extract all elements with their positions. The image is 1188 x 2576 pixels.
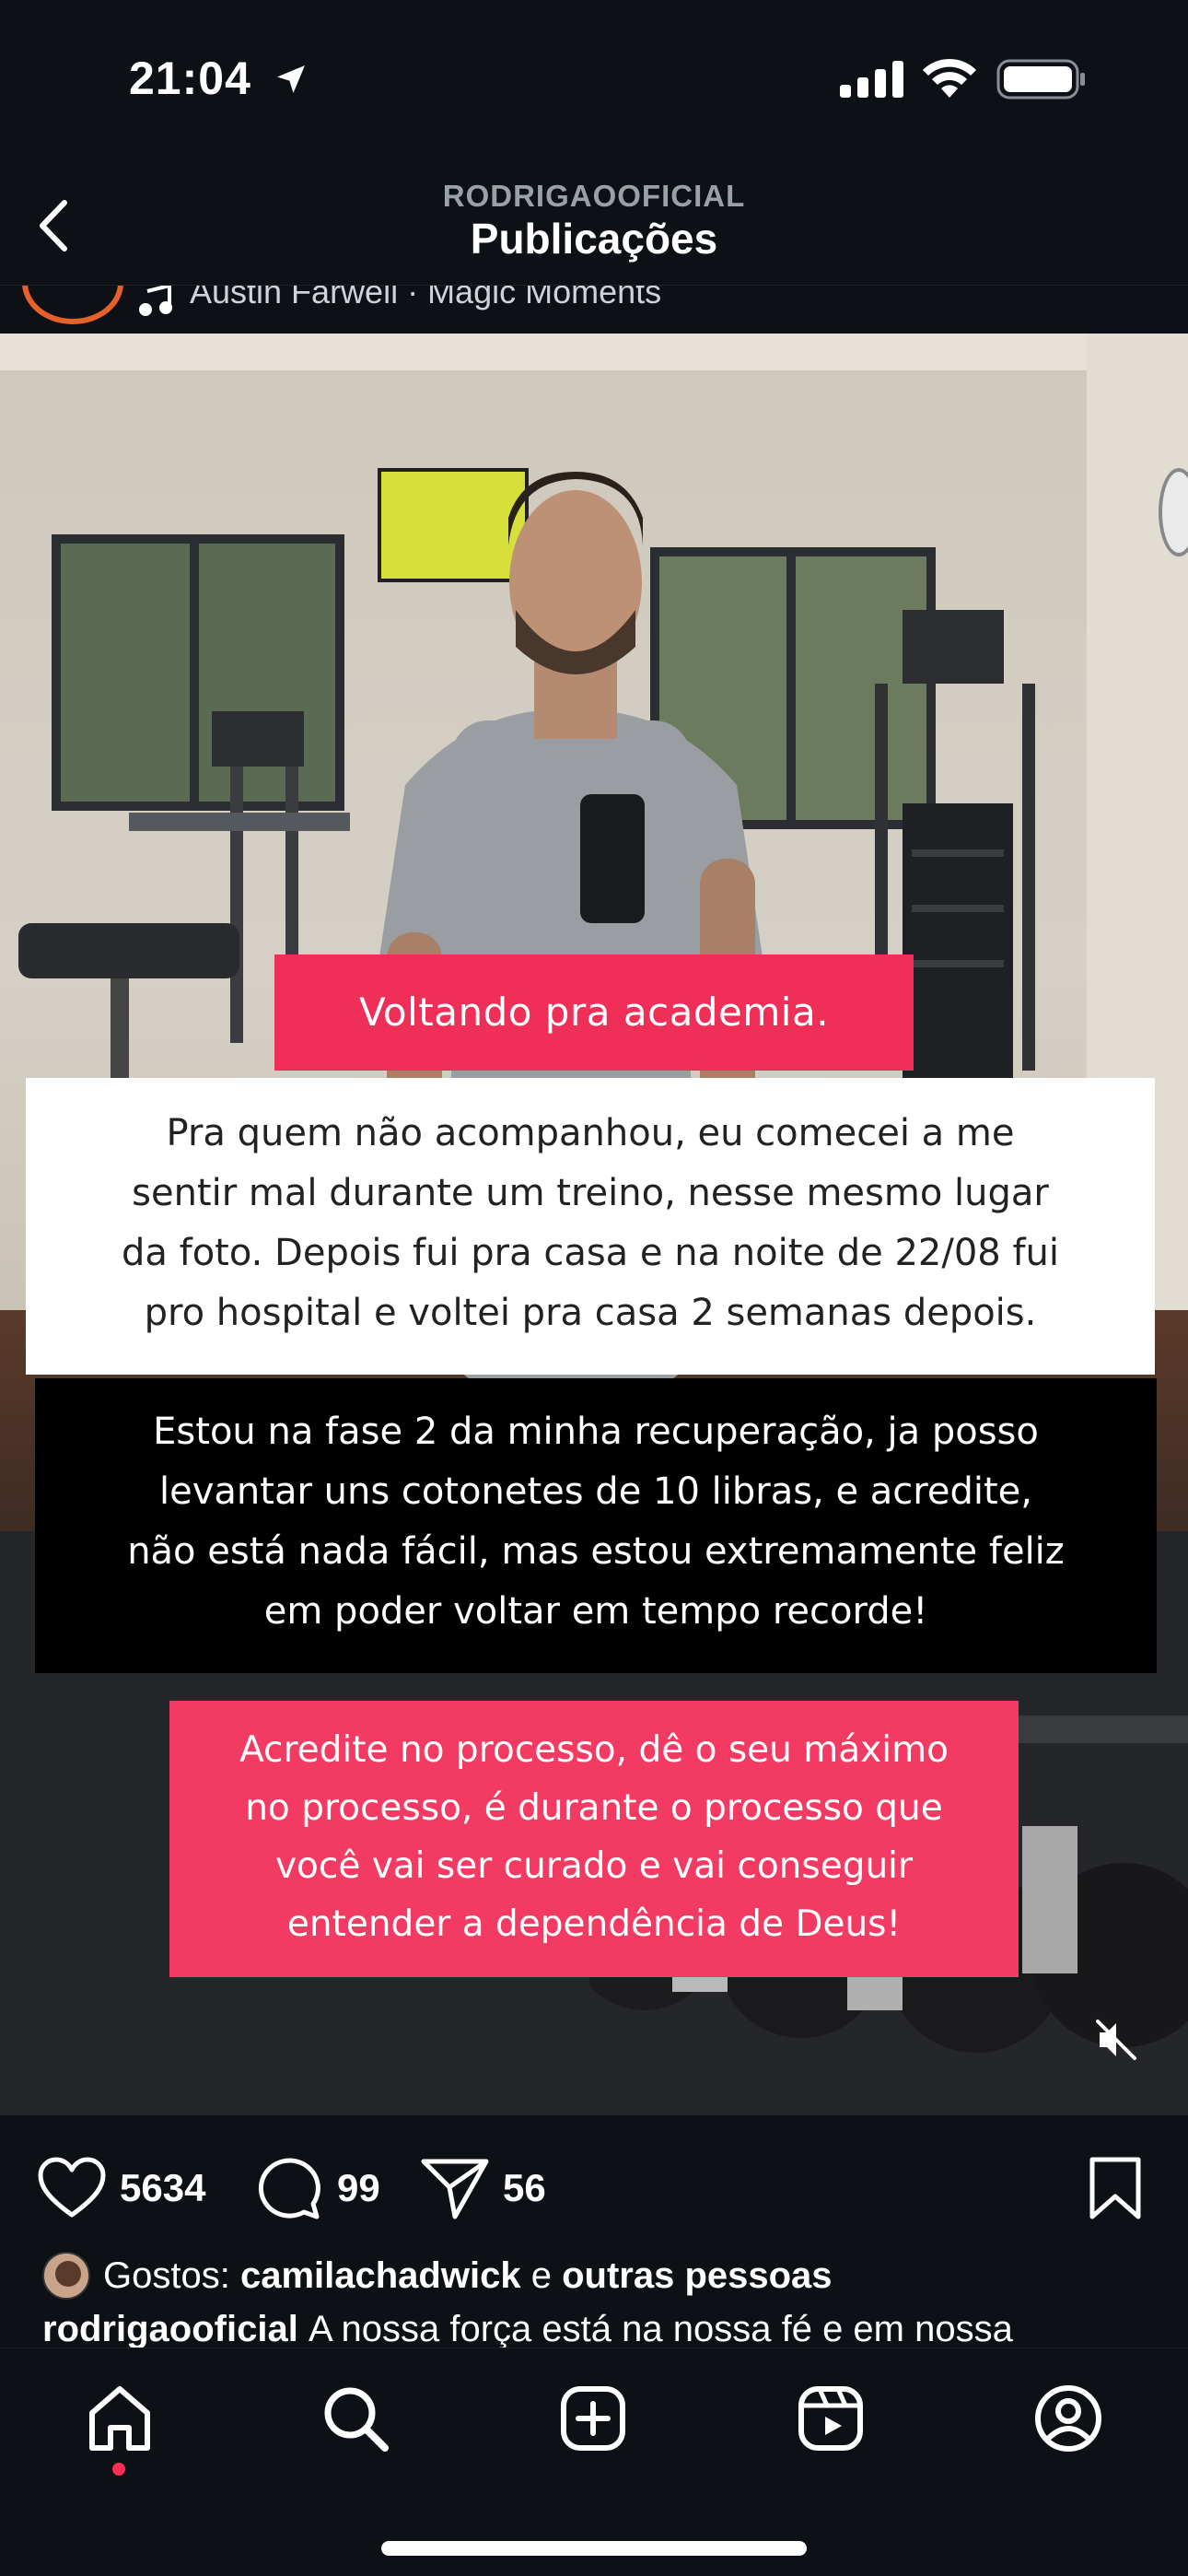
overlay-text-line: no processo, é durante o processo que [245, 1787, 943, 1829]
cellular-signal-icon [840, 61, 903, 98]
plus-square-icon [561, 2386, 625, 2451]
comment-button[interactable]: 99 [254, 2156, 380, 2220]
overlay-text-line: pro hospital e voltei pra casa 2 semanas… [144, 1292, 1037, 1334]
status-bar: 21:04 [0, 0, 1188, 157]
header-username[interactable]: RODRIGAOOFICIAL [0, 179, 1188, 214]
reels-icon [798, 2386, 863, 2451]
overlay-recovery-box: Estou na fase 2 da minha recuperação, ja… [35, 1378, 1157, 1673]
home-indicator [381, 2541, 807, 2556]
like-count[interactable]: 5634 [120, 2166, 205, 2210]
author-avatar[interactable] [22, 286, 123, 324]
overlay-faith-box: Acredite no processo, dê o seu máximo no… [169, 1701, 1019, 1977]
audio-attribution[interactable]: Austin Farwell · Magic Moments [0, 286, 1188, 334]
overlay-text-line: você vai ser curado e vai conseguir [274, 1845, 914, 1887]
page-title: Publicações [470, 215, 718, 263]
liker-avatar[interactable] [42, 2252, 90, 2300]
liked-by-line[interactable]: Gostos: camilachadwick e outras pessoas [42, 2252, 833, 2300]
home-icon [89, 2386, 150, 2451]
post-media[interactable]: Voltando pra academia. Pra quem não acom… [0, 334, 1188, 2115]
overlay-text-line: da foto. Depois fui pra casa e na noite … [122, 1232, 1059, 1274]
search-icon [324, 2387, 389, 2452]
like-button[interactable]: 5634 [37, 2156, 205, 2220]
post-caption[interactable]: rodrigaooficial A nossa força está na no… [42, 2309, 1166, 2348]
bookmark-icon[interactable] [1085, 2156, 1146, 2220]
caption-username[interactable]: rodrigaooficial [42, 2309, 298, 2348]
tab-create[interactable] [556, 2382, 630, 2455]
overlay-text-line: sentir mal durante um treino, nesse mesm… [132, 1172, 1049, 1214]
overlay-story-box: Pra quem não acompanhou, eu comecei a me… [26, 1078, 1155, 1375]
overlay-text-line: Pra quem não acompanhou, eu comecei a me [166, 1112, 1015, 1154]
paper-plane-icon [421, 2159, 489, 2219]
heart-icon [38, 2157, 106, 2218]
overlay-text-line: Estou na fase 2 da minha recuperação, ja… [153, 1411, 1039, 1453]
battery-icon [996, 59, 1085, 100]
likes-conjunction: e [530, 2254, 552, 2296]
comment-count[interactable]: 99 [337, 2166, 380, 2210]
tab-profile[interactable] [1031, 2382, 1105, 2455]
page-header: RODRIGAOOFICIAL Publicações [0, 157, 1188, 286]
likes-prefix: Gostos: [103, 2254, 230, 2296]
overlay-text-line: não está nada fácil, mas estou extremame… [127, 1530, 1065, 1573]
likes-others-link[interactable]: outras pessoas [562, 2255, 832, 2297]
profile-icon [1035, 2385, 1101, 2452]
wifi-icon [923, 58, 976, 98]
overlay-text-line: levantar uns cotonetes de 10 libras, e a… [159, 1470, 1032, 1513]
share-count[interactable]: 56 [503, 2166, 546, 2210]
overlay-text-line: em poder voltar em tempo recorde! [263, 1590, 928, 1633]
audio-track-label[interactable]: Austin Farwell · Magic Moments [190, 286, 661, 311]
location-arrow-icon [277, 65, 305, 93]
post-actions: 5634 99 56 [0, 2115, 1188, 2254]
comment-bubble-icon [258, 2158, 320, 2219]
tab-search[interactable] [319, 2382, 392, 2455]
liker-username[interactable]: camilachadwick [240, 2255, 521, 2297]
share-button[interactable]: 56 [420, 2156, 546, 2220]
muted-speaker-icon[interactable] [1092, 2016, 1140, 2064]
overlay-text-line: entender a dependência de Deus! [286, 1903, 902, 1945]
caption-text: A nossa força está na nossa fé e em noss… [308, 2309, 1013, 2348]
tab-home[interactable] [83, 2382, 157, 2455]
music-note-icon [139, 286, 172, 316]
notification-dot [112, 2463, 125, 2476]
status-time: 21:04 [129, 53, 251, 104]
overlay-title: Voltando pra academia. [274, 954, 914, 1071]
overlay-text-line: Acredite no processo, dê o seu máximo [239, 1729, 949, 1771]
tab-reels[interactable] [794, 2382, 868, 2455]
